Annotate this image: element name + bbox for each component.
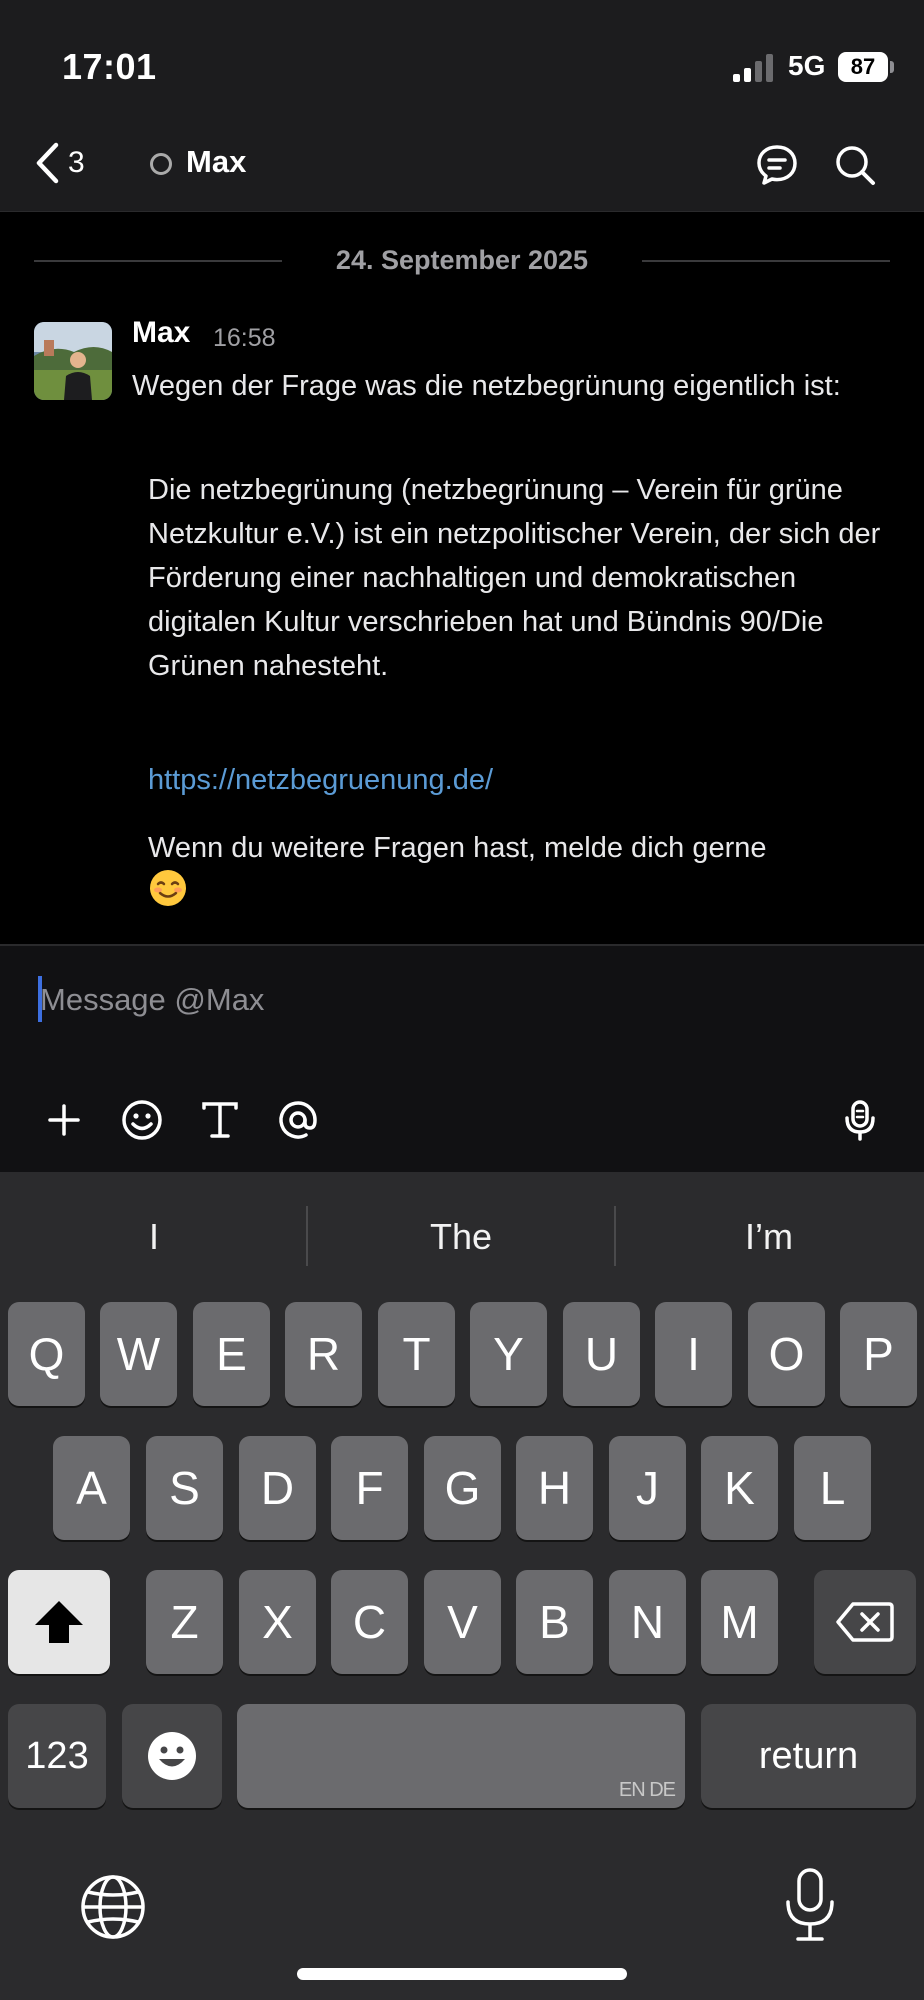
keyboard: I The I’m Q W E R T Y U I O P A S D F G … xyxy=(0,1172,924,2000)
key-z[interactable]: Z xyxy=(146,1570,223,1674)
key-e[interactable]: E xyxy=(193,1302,270,1406)
microphone-icon[interactable] xyxy=(836,1096,884,1144)
status-bar: 17:01 5G 87 xyxy=(0,0,924,120)
key-f[interactable]: F xyxy=(331,1436,408,1540)
key-v[interactable]: V xyxy=(424,1570,501,1674)
text-format-icon[interactable] xyxy=(196,1096,244,1144)
presence-status-icon xyxy=(150,153,172,175)
post-link[interactable]: https://netzbegruenung.de/ xyxy=(148,758,493,802)
post-text: Wegen der Frage was die netzbegrünung ei… xyxy=(132,370,841,402)
chevron-left-icon xyxy=(36,142,59,184)
post-quote: Die netzbegrünung (netzbegrünung – Verei… xyxy=(148,474,881,682)
unread-count: 3 xyxy=(68,146,85,179)
key-n[interactable]: N xyxy=(609,1570,686,1674)
key-l[interactable]: L xyxy=(794,1436,871,1540)
smiling-face-emoji-icon xyxy=(150,870,186,906)
key-w[interactable]: W xyxy=(100,1302,177,1406)
key-o[interactable]: O xyxy=(748,1302,825,1406)
key-h[interactable]: H xyxy=(516,1436,593,1540)
channel-title[interactable]: Max xyxy=(186,144,246,180)
message-input[interactable] xyxy=(40,972,880,1028)
key-y[interactable]: Y xyxy=(470,1302,547,1406)
post-author[interactable]: Max xyxy=(132,316,190,350)
key-t[interactable]: T xyxy=(378,1302,455,1406)
key-d[interactable]: D xyxy=(239,1436,316,1540)
key-b[interactable]: B xyxy=(516,1570,593,1674)
emoji-keyboard-icon xyxy=(148,1732,196,1780)
search-icon[interactable] xyxy=(832,142,878,188)
threads-icon[interactable] xyxy=(754,142,800,188)
key-r[interactable]: R xyxy=(285,1302,362,1406)
shift-key[interactable] xyxy=(8,1570,110,1674)
shift-icon xyxy=(35,1601,83,1643)
emoji-key[interactable] xyxy=(122,1704,222,1808)
key-u[interactable]: U xyxy=(563,1302,640,1406)
dictation-microphone-icon[interactable] xyxy=(780,1866,840,1946)
key-c[interactable]: C xyxy=(331,1570,408,1674)
at-mention-icon[interactable] xyxy=(274,1096,322,1144)
post-time: 16:58 xyxy=(213,324,276,352)
numbers-key[interactable]: 123 xyxy=(8,1704,106,1808)
emoji-icon[interactable] xyxy=(118,1096,166,1144)
message-list[interactable]: 24. September 2025 Max 16:58 Wegen der F… xyxy=(0,212,924,944)
space-languages: EN DE xyxy=(618,1779,676,1801)
key-i[interactable]: I xyxy=(655,1302,732,1406)
key-s[interactable]: S xyxy=(146,1436,223,1540)
delete-key[interactable] xyxy=(814,1570,916,1674)
suggestion-1[interactable]: I xyxy=(1,1216,307,1258)
plus-icon[interactable] xyxy=(40,1096,88,1144)
avatar[interactable] xyxy=(34,322,112,400)
key-k[interactable]: K xyxy=(701,1436,778,1540)
key-j[interactable]: J xyxy=(609,1436,686,1540)
date-separator: 24. September 2025 xyxy=(282,240,642,280)
channel-header: 3 Max xyxy=(0,120,924,212)
suggestion-2[interactable]: The xyxy=(308,1216,614,1258)
key-x[interactable]: X xyxy=(239,1570,316,1674)
post-followup-text: Wenn du weitere Fragen hast, melde dich … xyxy=(148,832,767,864)
key-q[interactable]: Q xyxy=(8,1302,85,1406)
battery-tip xyxy=(890,61,894,73)
cellular-signal-icon xyxy=(733,54,773,82)
suggestion-3[interactable]: I’m xyxy=(616,1216,922,1258)
globe-icon[interactable] xyxy=(78,1872,148,1942)
backspace-icon xyxy=(836,1602,894,1642)
message-composer xyxy=(0,944,924,1172)
space-key[interactable]: EN DE xyxy=(237,1704,685,1808)
status-time: 17:01 xyxy=(62,46,157,87)
back-button[interactable]: 3 xyxy=(34,140,85,186)
key-m[interactable]: M xyxy=(701,1570,778,1674)
key-p[interactable]: P xyxy=(840,1302,917,1406)
home-indicator[interactable] xyxy=(297,1968,627,1980)
network-type: 5G xyxy=(788,50,826,81)
key-a[interactable]: A xyxy=(53,1436,130,1540)
return-key[interactable]: return xyxy=(701,1704,916,1808)
key-g[interactable]: G xyxy=(424,1436,501,1540)
battery-level: 87 xyxy=(838,52,888,82)
